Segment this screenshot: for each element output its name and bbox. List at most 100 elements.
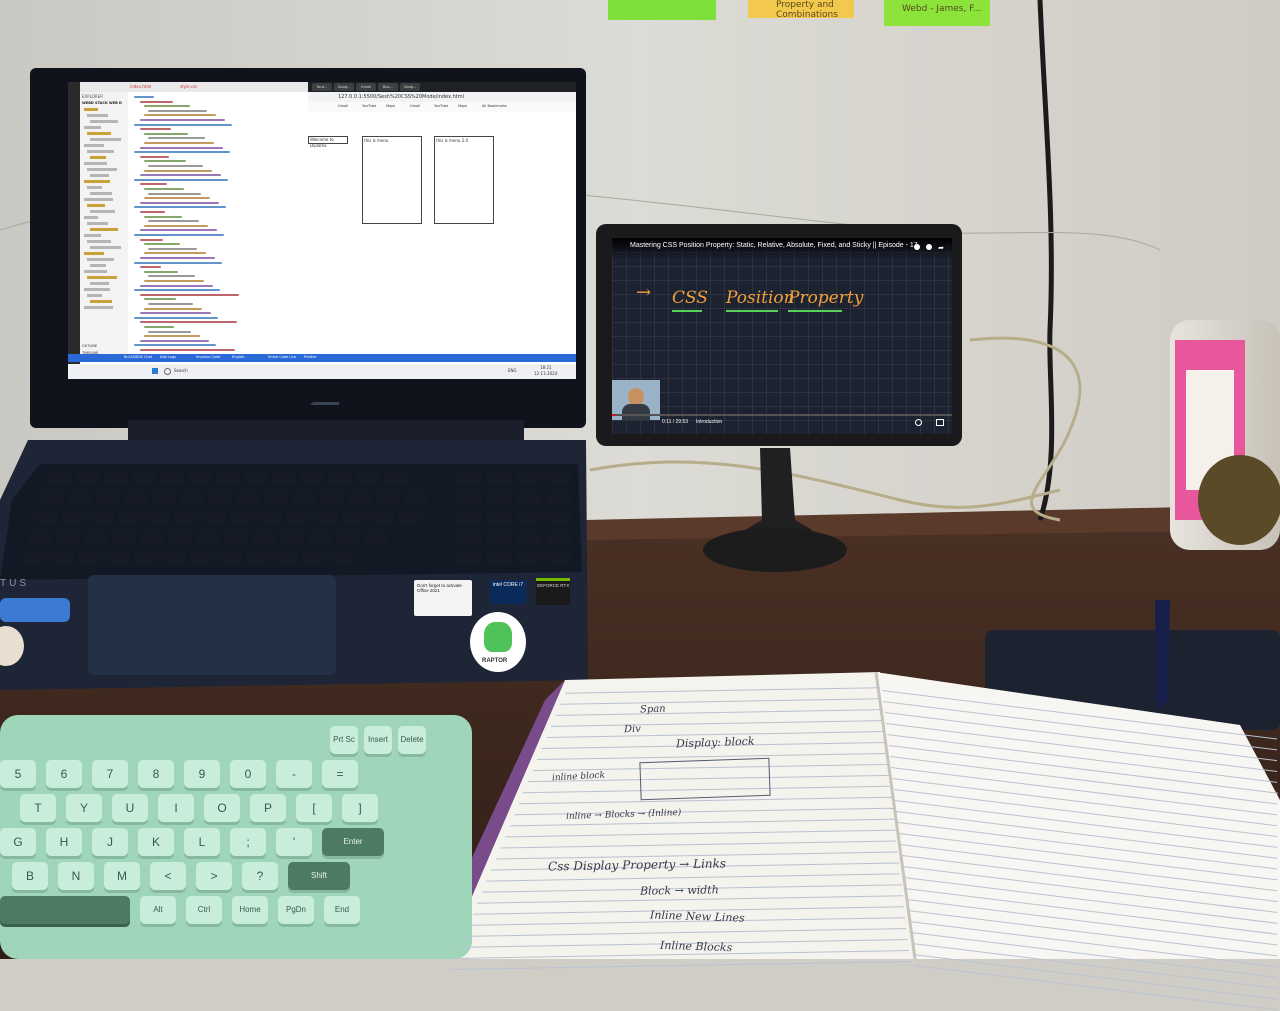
laptop-key[interactable] [174,510,198,525]
status-item[interactable]: Share Code Link [268,355,296,359]
keyboard-key[interactable]: G [0,828,36,856]
keyboard-key[interactable]: 7 [92,760,128,788]
explorer-folder[interactable]: WEBD STACK WEB D [80,101,128,105]
laptop-key[interactable] [140,530,164,545]
laptop-key[interactable] [118,510,142,525]
laptop-numpad-key[interactable] [456,510,482,525]
laptop-key[interactable] [76,470,100,485]
laptop-numpad-key[interactable] [486,490,512,505]
laptop-key[interactable] [244,470,268,485]
laptop-numpad-key[interactable] [456,550,482,565]
laptop-key[interactable] [188,470,212,485]
laptop-key[interactable] [146,510,170,525]
share-icon[interactable]: ➦ [938,244,944,252]
windows-start-icon[interactable] [152,368,158,374]
laptop-key[interactable] [308,530,332,545]
keyboard-key[interactable]: ; [230,828,266,856]
bookmark-item[interactable]: All Bookmarks [482,104,507,108]
explorer-file-item[interactable] [87,258,114,261]
laptop-key[interactable] [132,470,156,485]
explorer-file-item[interactable] [87,114,108,117]
clock-icon[interactable] [914,244,920,250]
laptop-key[interactable] [28,530,52,545]
laptop-key[interactable] [364,530,388,545]
laptop-numpad-key[interactable] [486,470,512,485]
laptop-key[interactable] [246,550,270,565]
keyboard-key[interactable]: 0 [230,760,266,788]
laptop-key[interactable] [258,510,282,525]
keyboard-key[interactable]: B [12,862,48,890]
bookmark-item[interactable]: YouTube [434,104,448,108]
video-progress-bar[interactable] [612,414,952,416]
keyboard-key[interactable]: Insert [364,726,392,754]
keyboard-key[interactable]: H [46,828,82,856]
laptop-key[interactable] [112,530,136,545]
laptop-key[interactable] [286,510,310,525]
taskbar-search-label[interactable]: Search [174,368,188,373]
laptop-key[interactable] [152,490,176,505]
keyboard-key[interactable]: M [104,862,140,890]
laptop-key[interactable] [224,530,248,545]
laptop-numpad-key[interactable] [486,550,512,565]
laptop-numpad-key[interactable] [546,510,572,525]
explorer-file-item[interactable] [90,282,109,285]
keyboard-key[interactable]: Delete [398,726,426,754]
laptop-key[interactable] [376,490,400,505]
laptop-key[interactable] [384,470,408,485]
browser-tab[interactable]: Gmail [356,83,376,91]
search-icon[interactable] [164,368,171,375]
laptop-key[interactable] [202,510,226,525]
laptop-key[interactable] [272,470,296,485]
status-item[interactable]: BLACKBOX Chat [124,355,152,359]
keyboard-key[interactable]: PgDn [278,896,314,924]
laptop-key[interactable] [180,490,204,505]
explorer-file-item[interactable] [90,138,121,141]
video-chapter[interactable]: Introduction [696,419,722,425]
laptop-key[interactable] [22,550,46,565]
vscode-tab-bar[interactable]: index.html style.css [80,82,308,92]
laptop-key[interactable] [84,530,108,545]
keyboard-key[interactable]: O [204,794,240,822]
laptop-key[interactable] [196,530,220,545]
keyboard-key[interactable]: U [112,794,148,822]
keyboard-key[interactable]: J [92,828,128,856]
laptop-key[interactable] [216,470,240,485]
explorer-file-item[interactable] [90,192,112,195]
explorer-file-item[interactable] [84,108,98,111]
laptop-key[interactable] [68,490,92,505]
keyboard-key[interactable]: K [138,828,174,856]
explorer-file-item[interactable] [84,180,110,183]
keyboard-key[interactable]: End [324,896,360,924]
laptop-numpad-key[interactable] [486,530,512,545]
laptop-key[interactable] [264,490,288,505]
laptop-key[interactable] [348,490,372,505]
laptop-key[interactable] [320,490,344,505]
keyboard-key[interactable]: 6 [46,760,82,788]
laptop-numpad-key[interactable] [546,490,572,505]
explorer-file-item[interactable] [84,252,104,255]
laptop-key[interactable] [356,470,380,485]
keyboard-key[interactable]: [ [296,794,332,822]
laptop-key[interactable] [328,470,352,485]
laptop-key[interactable] [50,550,74,565]
laptop-numpad-key[interactable] [456,530,482,545]
keyboard-key[interactable]: = [322,760,358,788]
laptop-key[interactable] [134,550,158,565]
vscode-tab-index[interactable]: index.html [130,84,151,89]
info-icon[interactable] [926,244,932,250]
explorer-file-item[interactable] [90,174,109,177]
laptop-key[interactable] [104,470,128,485]
browser-tab-strip[interactable]: Yout... Goog... Gmail Disc... Goog... [308,82,576,92]
laptop-key[interactable] [342,510,366,525]
laptop-key[interactable] [218,550,242,565]
explorer-file-item[interactable] [84,126,101,129]
settings-icon[interactable] [915,419,922,426]
fullscreen-icon[interactable] [936,419,944,426]
laptop-key[interactable] [398,510,422,525]
keyboard-key[interactable]: Y [66,794,102,822]
keyboard-key[interactable]: N [58,862,94,890]
keyboard-key[interactable]: 8 [138,760,174,788]
laptop-numpad-key[interactable] [456,490,482,505]
explorer-file-item[interactable] [90,156,106,159]
explorer-file-item[interactable] [87,294,102,297]
